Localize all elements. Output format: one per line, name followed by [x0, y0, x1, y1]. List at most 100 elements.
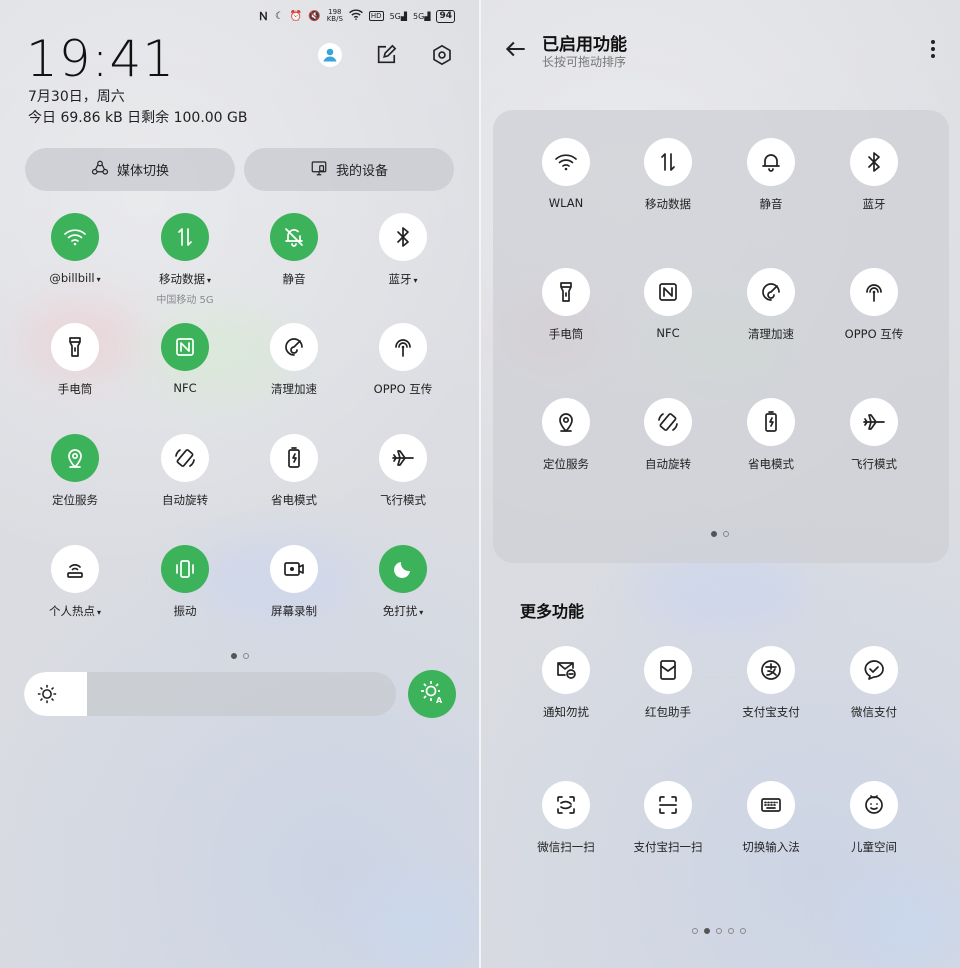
settings-icon[interactable]: [428, 41, 456, 69]
tile-button[interactable]: [747, 138, 795, 186]
tile-button[interactable]: [850, 646, 898, 694]
tile-rotate[interactable]: 自动旋转: [135, 434, 235, 508]
tile-button[interactable]: [542, 398, 590, 446]
tile-button[interactable]: [850, 268, 898, 316]
tile-button[interactable]: [270, 434, 318, 482]
tile-boost[interactable]: 清理加速: [721, 268, 821, 342]
page-dot[interactable]: [243, 653, 249, 659]
more-page-indicator[interactable]: [692, 928, 746, 934]
tile-bell-off[interactable]: 静音: [244, 213, 344, 287]
tile-red-envelope[interactable]: 红包助手: [618, 646, 718, 720]
tile-button[interactable]: [270, 545, 318, 593]
tile-label: 移动数据: [645, 197, 691, 211]
tile-alipay-scan[interactable]: 支付宝扫一扫: [618, 781, 718, 855]
tile-nfc[interactable]: NFC: [618, 268, 718, 340]
page-dot[interactable]: [728, 928, 734, 934]
tile-button[interactable]: [379, 434, 427, 482]
user-icon[interactable]: [316, 41, 344, 69]
tile-bluetooth[interactable]: 蓝牙 ▾: [353, 213, 453, 287]
tile-mobile-data[interactable]: 移动数据: [618, 138, 718, 212]
tile-bluetooth[interactable]: 蓝牙: [824, 138, 924, 212]
media-switch-button[interactable]: 媒体切换: [25, 148, 235, 191]
tile-button[interactable]: [161, 213, 209, 261]
tile-button[interactable]: [51, 213, 99, 261]
tile-bell[interactable]: 静音: [721, 138, 821, 212]
tile-button[interactable]: [161, 434, 209, 482]
more-options-icon[interactable]: [930, 38, 936, 60]
page-indicator[interactable]: [231, 653, 249, 659]
tile-hotspot[interactable]: 个人热点 ▾: [25, 545, 125, 619]
tile-button[interactable]: [379, 213, 427, 261]
tile-label: 手电筒: [548, 327, 584, 341]
tile-button[interactable]: [644, 781, 692, 829]
tile-battery-saver[interactable]: 省电模式: [244, 434, 344, 508]
tile-button[interactable]: [644, 646, 692, 694]
tile-share[interactable]: OPPO 互传: [353, 323, 453, 397]
tile-button[interactable]: [161, 545, 209, 593]
tile-vibrate[interactable]: 振动: [135, 545, 235, 619]
tile-rotate[interactable]: 自动旋转: [618, 398, 718, 472]
tile-button[interactable]: [379, 545, 427, 593]
page-dot[interactable]: [231, 653, 237, 659]
tile-alipay[interactable]: 支付宝支付: [721, 646, 821, 720]
tile-wechat-pay[interactable]: 微信支付: [824, 646, 924, 720]
tile-location[interactable]: 定位服务: [25, 434, 125, 508]
tile-button[interactable]: [542, 268, 590, 316]
tile-wechat-scan[interactable]: 微信扫一扫: [516, 781, 616, 855]
tile-keyboard[interactable]: 切换输入法: [721, 781, 821, 855]
auto-brightness-button[interactable]: A: [408, 670, 456, 718]
tile-button[interactable]: [644, 398, 692, 446]
tile-button[interactable]: [379, 323, 427, 371]
tile-button[interactable]: [747, 398, 795, 446]
tile-button[interactable]: [51, 545, 99, 593]
enabled-page-indicator[interactable]: [711, 531, 729, 537]
brightness-slider[interactable]: [24, 672, 396, 716]
tile-wifi[interactable]: @billbill ▾: [25, 213, 125, 285]
edit-icon[interactable]: [372, 41, 400, 69]
back-arrow-icon[interactable]: [503, 36, 529, 62]
tile-button[interactable]: [542, 138, 590, 186]
tile-flashlight[interactable]: 手电筒: [25, 323, 125, 397]
tile-button[interactable]: [542, 646, 590, 694]
tile-notification-dnd[interactable]: 通知勿扰: [516, 646, 616, 720]
tile-button[interactable]: [850, 781, 898, 829]
tile-button[interactable]: [644, 138, 692, 186]
tile-share[interactable]: OPPO 互传: [824, 268, 924, 342]
tile-button[interactable]: [270, 323, 318, 371]
tile-button[interactable]: [644, 268, 692, 316]
page-dot[interactable]: [716, 928, 722, 934]
tile-button[interactable]: [161, 323, 209, 371]
tile-button[interactable]: [747, 268, 795, 316]
tile-button[interactable]: [850, 398, 898, 446]
clock: 19:41: [26, 30, 176, 88]
page-dot[interactable]: [723, 531, 729, 537]
page-dot[interactable]: [704, 928, 710, 934]
tile-boost[interactable]: 清理加速: [244, 323, 344, 397]
tile-wifi[interactable]: WLAN: [516, 138, 616, 210]
tile-mobile-data[interactable]: 移动数据 ▾ 中国移动 5G: [135, 213, 235, 306]
tile-button[interactable]: [747, 646, 795, 694]
page-dot[interactable]: [711, 531, 717, 537]
tile-airplane[interactable]: 飞行模式: [824, 398, 924, 472]
page-dot[interactable]: [740, 928, 746, 934]
nfc-icon: [173, 335, 197, 359]
tile-button[interactable]: [542, 781, 590, 829]
caret-down-icon: ▾: [96, 608, 101, 617]
page-dot[interactable]: [692, 928, 698, 934]
tile-nfc[interactable]: NFC: [135, 323, 235, 395]
tile-location[interactable]: 定位服务: [516, 398, 616, 472]
tile-kid[interactable]: 儿童空间: [824, 781, 924, 855]
tile-button[interactable]: [747, 781, 795, 829]
tile-screen-record[interactable]: 屏幕录制: [244, 545, 344, 619]
tile-button[interactable]: [270, 213, 318, 261]
tile-airplane[interactable]: 飞行模式: [353, 434, 453, 508]
tile-button[interactable]: [51, 323, 99, 371]
tile-button[interactable]: [51, 434, 99, 482]
tile-button[interactable]: [850, 138, 898, 186]
battery-icon: 94: [436, 9, 455, 23]
tile-battery-saver[interactable]: 省电模式: [721, 398, 821, 472]
tile-label: 振动: [173, 604, 197, 618]
my-devices-button[interactable]: 我的设备: [244, 148, 454, 191]
tile-moon[interactable]: 免打扰 ▾: [353, 545, 453, 619]
tile-flashlight[interactable]: 手电筒: [516, 268, 616, 342]
